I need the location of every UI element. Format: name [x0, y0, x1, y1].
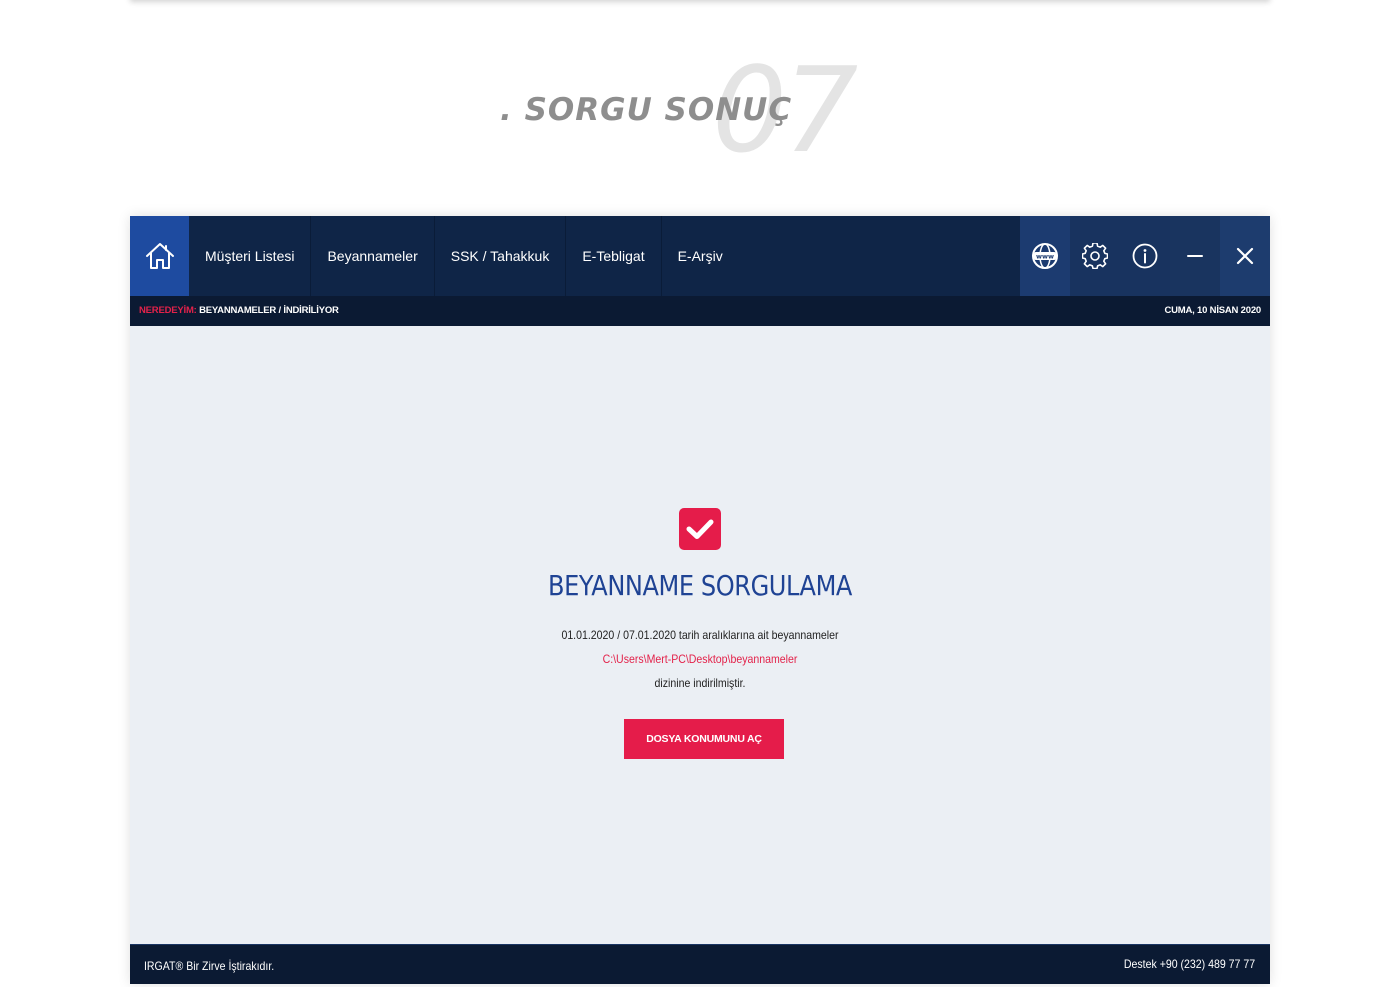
result-date-range: 01.01.2020 / 07.01.2020 tarih aralıkları…: [561, 628, 839, 642]
result-message: dizinine indirilmiştir.: [654, 676, 746, 690]
www-label: www: [1036, 253, 1054, 261]
info-icon: [1132, 243, 1158, 269]
result-folder-path: C:\Users\Mert-PC\Desktop\beyannameler: [602, 652, 798, 666]
open-file-location-button[interactable]: DOSYA KONUMUNU AÇ: [624, 719, 784, 759]
top-navbar: Müşteri Listesi Beyannameler SSK / Tahak…: [130, 216, 1270, 296]
close-icon: [1236, 247, 1254, 265]
footer-brand: IRGAT® Bir Zirve İştirakıdır.: [144, 959, 275, 973]
footer-support-phone: Destek +90 (232) 489 77 77: [1123, 957, 1255, 971]
menu-item-beyannameler[interactable]: Beyannameler: [311, 216, 435, 296]
home-icon: [145, 243, 174, 269]
close-button[interactable]: [1220, 216, 1270, 296]
current-date: CUMA, 10 NİSAN 2020: [1164, 305, 1261, 316]
info-button[interactable]: [1120, 216, 1170, 296]
minimize-icon: [1187, 255, 1203, 257]
home-button[interactable]: [130, 216, 189, 296]
result-title: BEYANNAME SORGULAMA: [548, 569, 852, 602]
www-globe-icon: www: [1032, 243, 1058, 269]
main-content: BEYANNAME SORGULAMA 01.01.2020 / 07.01.2…: [130, 326, 1270, 944]
www-button[interactable]: www: [1020, 216, 1070, 296]
section-title: . SORGU SONUÇ: [500, 92, 793, 128]
breadcrumb-path: BEYANNAMELER / İNDİRİLİYOR: [199, 305, 339, 316]
success-badge: [679, 508, 721, 550]
menu-item-e-arsiv[interactable]: E-Arşiv: [662, 216, 739, 296]
checkmark-icon: [686, 519, 714, 539]
app-window: Müşteri Listesi Beyannameler SSK / Tahak…: [130, 216, 1270, 984]
gear-icon: [1082, 243, 1108, 269]
breadcrumb-label: NEREDEYİM:: [139, 305, 197, 316]
breadcrumb-bar: NEREDEYİM: BEYANNAMELER / İNDİRİLİYOR CU…: [130, 296, 1270, 326]
menu-item-musteri-listesi[interactable]: Müşteri Listesi: [189, 216, 312, 296]
minimize-button[interactable]: [1170, 216, 1220, 296]
main-menu: Müşteri Listesi Beyannameler SSK / Tahak…: [189, 216, 739, 296]
menu-item-ssk-tahakkuk[interactable]: SSK / Tahakkuk: [435, 216, 567, 296]
settings-button[interactable]: [1070, 216, 1120, 296]
window-controls: www: [1020, 216, 1270, 296]
breadcrumb: NEREDEYİM: BEYANNAMELER / İNDİRİLİYOR: [139, 296, 339, 326]
section-heading: 07 . SORGU SONUÇ: [0, 40, 1400, 180]
footer: IRGAT® Bir Zirve İştirakıdır. Destek +90…: [130, 944, 1270, 984]
menu-item-e-tebligat[interactable]: E-Tebligat: [566, 216, 662, 296]
